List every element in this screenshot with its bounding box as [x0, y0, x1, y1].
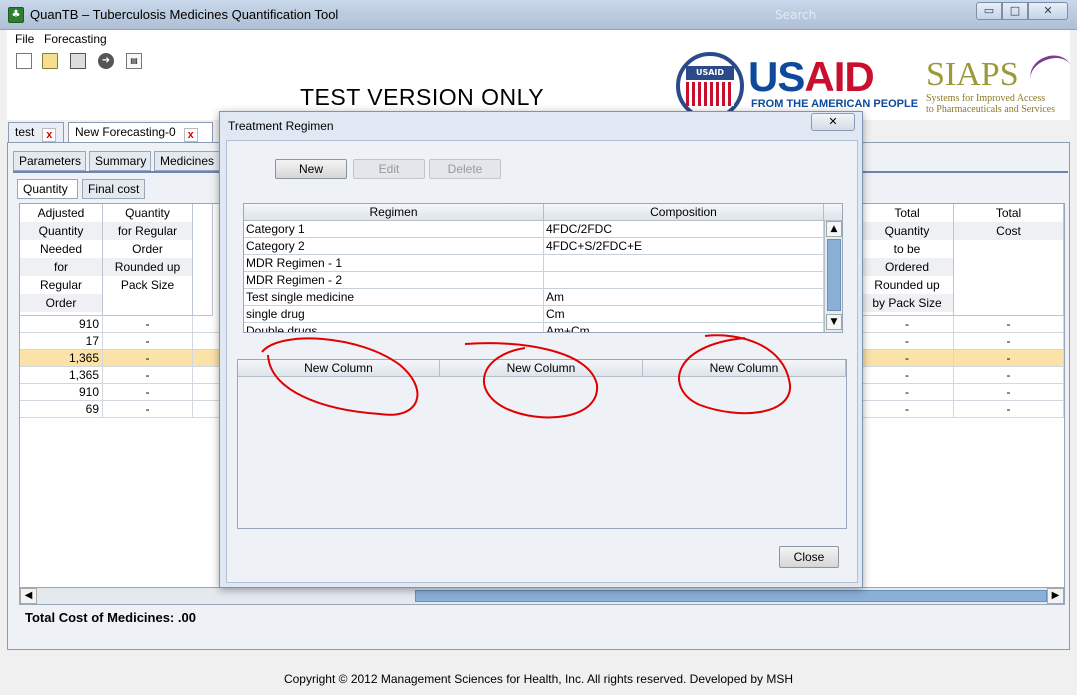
col-header-regimen[interactable]: Regimen [244, 204, 544, 221]
edit-button[interactable]: Edit [353, 159, 425, 179]
window-titlebar: ♣ QuanTB – Tuberculosis Medicines Quanti… [0, 0, 1077, 30]
maximize-button[interactable]: □ [1002, 2, 1028, 20]
scroll-right-icon[interactable]: ▶ [1047, 588, 1064, 604]
treatment-regimen-dialog: Treatment Regimen ✕ New Edit Delete Regi… [219, 111, 863, 588]
table-row[interactable]: single drug Cm [244, 306, 824, 323]
new-column-table: New Column New Column New Column [237, 359, 847, 529]
menu-bar: File Forecasting [7, 30, 1070, 50]
col-header-quantity-regular[interactable]: Quantity for Regular Order Rounded up Pa… [103, 204, 193, 316]
scroll-thumb[interactable] [827, 239, 841, 311]
col-header-new-column-2[interactable]: New Column [440, 360, 643, 377]
save-icon[interactable] [70, 53, 86, 69]
test-version-banner: TEST VERSION ONLY [300, 84, 545, 110]
new-button[interactable]: New [275, 159, 347, 179]
app-icon: ♣ [8, 7, 24, 23]
delete-button[interactable]: Delete [429, 159, 501, 179]
table-row[interactable]: Category 2 4FDC+S/2FDC+E [244, 238, 824, 255]
close-tab-icon[interactable]: x [183, 128, 198, 142]
titlebar-search-ghost: Search [775, 8, 817, 22]
table-row[interactable]: MDR Regimen - 2 [244, 272, 824, 289]
window-close-button[interactable]: ✕ [1028, 2, 1068, 20]
tab-final-cost[interactable]: Final cost [82, 179, 145, 199]
scroll-left-icon[interactable]: ◀ [20, 588, 37, 604]
usaid-logo: USAID [748, 53, 875, 100]
usaid-seal-logo: USAID [676, 52, 744, 120]
siaps-tagline: Systems for Improved Access to Pharmaceu… [926, 93, 1056, 115]
close-button[interactable]: Close [779, 546, 839, 568]
tab-summary[interactable]: Summary [89, 151, 151, 171]
dialog-close-icon[interactable]: ✕ [811, 113, 855, 131]
tab-parameters[interactable]: Parameters [13, 151, 86, 171]
new-file-icon[interactable] [16, 53, 32, 69]
seal-label: USAID [686, 66, 734, 80]
horizontal-scrollbar[interactable]: ◀ ▶ [19, 587, 1065, 605]
doc-tab-test[interactable]: test x [8, 122, 64, 142]
open-folder-icon[interactable] [42, 53, 58, 69]
siaps-logo: SIAPS [926, 56, 1019, 93]
dialog-title: Treatment Regimen [228, 119, 334, 133]
vertical-scrollbar[interactable]: ▲ ▼ [824, 221, 842, 332]
table-row[interactable]: MDR Regimen - 1 [244, 255, 824, 272]
table-row[interactable]: Double drugs Am+Cm [244, 323, 824, 332]
regimen-table: Regimen Composition Category 1 4FDC/2FDC… [243, 203, 843, 333]
tab-quantity[interactable]: Quantity [17, 179, 78, 199]
window-title: QuanTB – Tuberculosis Medicines Quantifi… [30, 7, 339, 22]
run-icon[interactable]: ➜ [98, 53, 114, 69]
col-header-new-column-1[interactable]: New Column [238, 360, 440, 377]
scroll-down-icon[interactable]: ▼ [826, 314, 842, 330]
copyright-footer: Copyright © 2012 Management Sciences for… [283, 672, 794, 686]
col-header-corner [824, 204, 842, 221]
total-cost-label: Total Cost of Medicines: .00 [25, 610, 196, 625]
table-row[interactable]: Test single medicine Am [244, 289, 824, 306]
col-header-total-quantity[interactable]: Total Quantity to be Ordered Rounded up … [861, 204, 954, 316]
menu-file[interactable]: File [15, 32, 34, 46]
dialog-body: New Edit Delete Regimen Composition Cate… [226, 140, 858, 583]
col-header-composition[interactable]: Composition [544, 204, 824, 221]
tab-medicines[interactable]: Medicines [154, 151, 221, 171]
seal-handshake [686, 82, 734, 106]
doc-tab-new-forecasting[interactable]: New Forecasting-0 x [68, 122, 213, 142]
table-row[interactable]: Category 1 4FDC/2FDC [244, 221, 824, 238]
col-header-adjusted[interactable]: Adjusted Quantity Needed for Regular Ord… [20, 204, 103, 316]
minimize-button[interactable]: ▭ [976, 2, 1002, 20]
close-tab-icon[interactable]: x [42, 128, 57, 142]
export-icon[interactable]: ▤ [126, 53, 142, 69]
usaid-tagline: FROM THE AMERICAN PEOPLE [751, 98, 919, 110]
col-header-hidden [193, 204, 213, 316]
col-header-new-column-3[interactable]: New Column [643, 360, 846, 377]
col-header-total-cost[interactable]: Total Cost [954, 204, 1064, 316]
scroll-up-icon[interactable]: ▲ [826, 221, 842, 237]
menu-forecasting[interactable]: Forecasting [44, 32, 107, 46]
scroll-thumb[interactable] [415, 590, 1047, 602]
